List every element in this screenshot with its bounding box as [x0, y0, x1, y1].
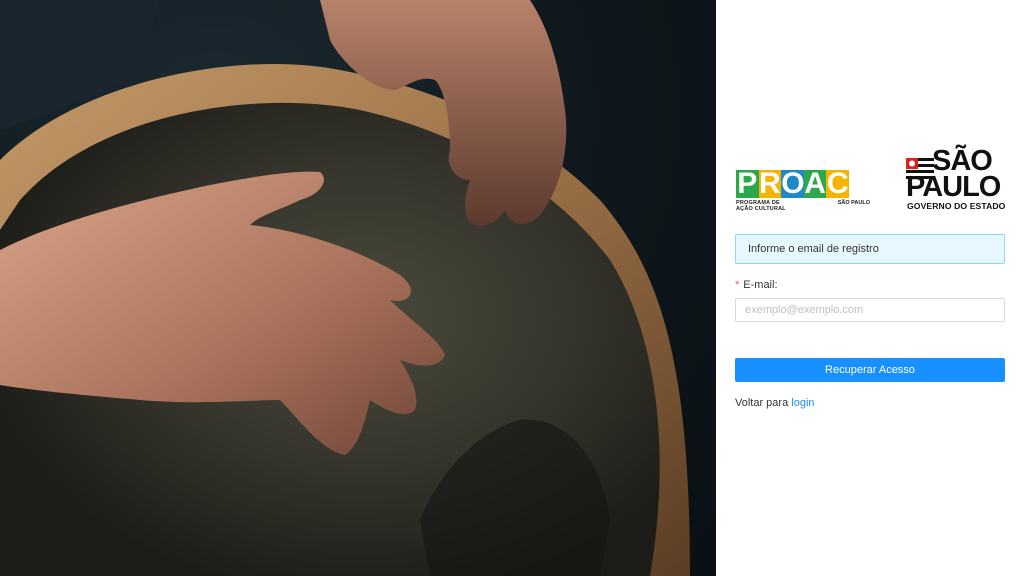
proac-subtitle-line: AÇÃO CULTURAL — [736, 206, 786, 212]
proac-subtitle: PROGRAMA DE AÇÃO CULTURAL — [736, 200, 786, 212]
proac-letter: A — [803, 167, 827, 200]
recovery-panel: P R O A C PROGRAMA DE AÇÃO CULTURAL SÃO … — [716, 0, 1024, 576]
email-label: * E-mail: — [735, 279, 778, 291]
proac-region: SÃO PAULO — [837, 200, 870, 206]
hero-image — [0, 0, 716, 576]
sao-paulo-logo: SÃO PAULO GOVERNO DO ESTADO — [906, 146, 1008, 214]
proac-letter: C — [826, 167, 849, 200]
proac-letter: R — [758, 167, 782, 200]
recover-access-button[interactable]: Recuperar Acesso — [735, 358, 1005, 382]
sao-paulo-line2: PAULO — [906, 171, 1001, 203]
proac-letter: O — [781, 167, 805, 200]
drum-photo — [0, 0, 690, 576]
email-input[interactable] — [735, 298, 1005, 322]
back-to-login: Voltar para login — [735, 397, 815, 409]
login-link[interactable]: login — [791, 397, 814, 409]
sao-paulo-tagline: GOVERNO DO ESTADO — [907, 201, 1006, 211]
email-label-text: E-mail: — [743, 279, 778, 291]
proac-letter: P — [736, 167, 759, 200]
required-mark: * — [735, 279, 740, 291]
proac-logo: P R O A C PROGRAMA DE AÇÃO CULTURAL SÃO … — [736, 167, 872, 212]
proac-wordmark: P R O A C — [736, 167, 872, 200]
info-alert: Informe o email de registro — [735, 234, 1005, 264]
logo-bar: P R O A C PROGRAMA DE AÇÃO CULTURAL SÃO … — [736, 146, 1008, 214]
back-text: Voltar para — [735, 397, 789, 409]
